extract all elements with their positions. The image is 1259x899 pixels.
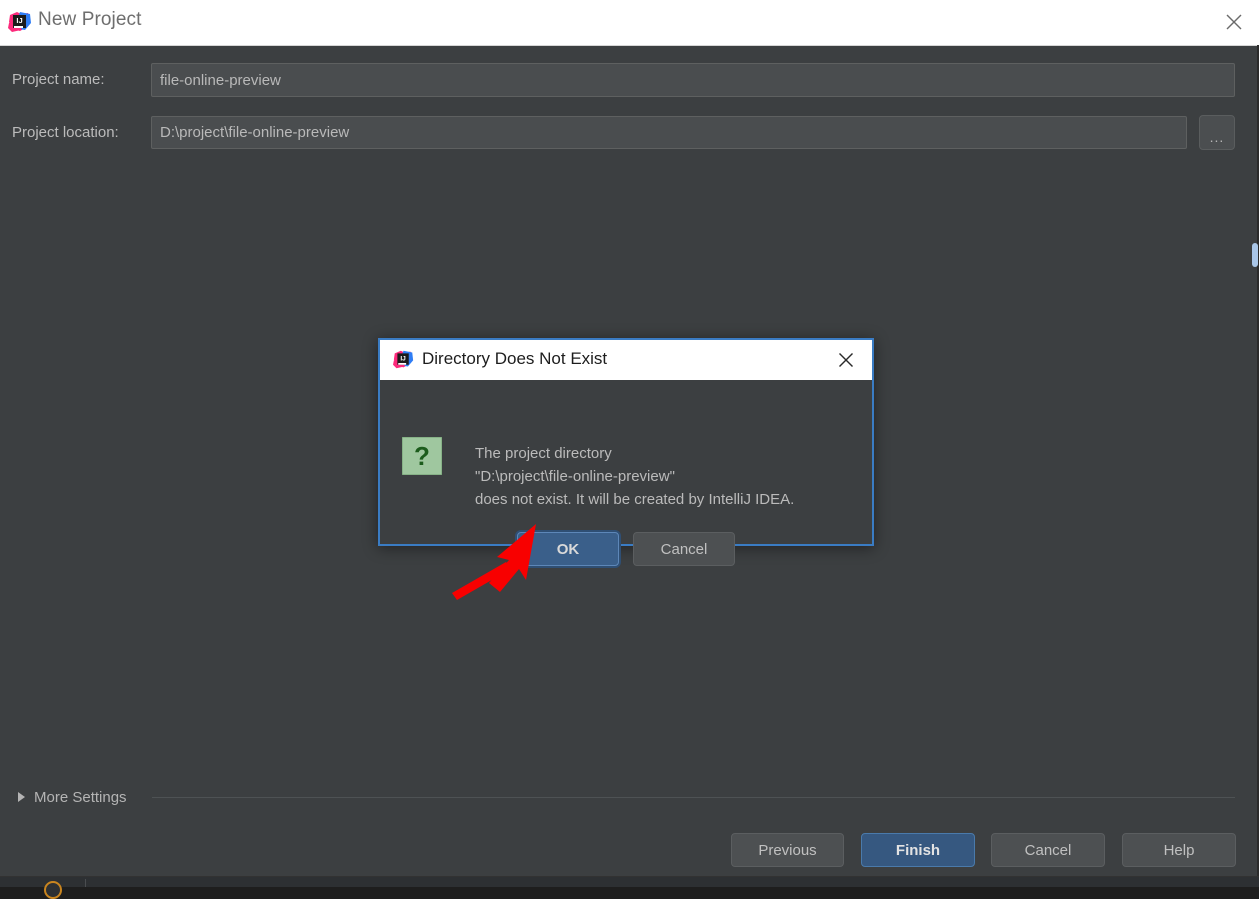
project-location-label: Project location:	[12, 124, 119, 141]
finish-button[interactable]: Finish	[861, 833, 975, 867]
more-settings-toggle[interactable]: More Settings	[18, 786, 127, 808]
dialog-cancel-button[interactable]: Cancel	[633, 532, 735, 566]
close-icon[interactable]	[1209, 0, 1259, 44]
cancel-button[interactable]: Cancel	[991, 833, 1105, 867]
taskbar-sliver	[0, 877, 1259, 899]
more-settings-label: More Settings	[34, 788, 127, 806]
chevron-right-icon	[18, 792, 25, 802]
dialog-title: Directory Does Not Exist	[422, 349, 608, 368]
project-location-input[interactable]	[151, 116, 1187, 149]
close-icon[interactable]	[824, 340, 868, 379]
svg-text:?: ?	[414, 441, 430, 471]
more-settings-separator	[152, 797, 1235, 798]
new-project-window: IJ New Project Project name: Project loc…	[0, 0, 1259, 899]
dialog-message-line-2: "D:\project\file-online-preview"	[475, 468, 675, 485]
previous-button[interactable]: Previous	[731, 833, 844, 867]
project-name-input[interactable]	[151, 63, 1235, 97]
svg-text:IJ: IJ	[400, 356, 406, 363]
dialog-ok-button[interactable]: OK	[517, 532, 619, 566]
question-mark-icon: ?	[401, 436, 443, 476]
taskbar-separator	[85, 879, 86, 887]
intellij-idea-icon: IJ	[393, 349, 414, 370]
dialog-message-line-3: does not exist. It will be created by In…	[475, 491, 795, 508]
svg-text:IJ: IJ	[16, 16, 22, 25]
window-title: New Project	[38, 9, 142, 30]
browse-location-button[interactable]: ...	[1199, 115, 1235, 150]
dialog-titlebar: IJ Directory Does Not Exist	[380, 340, 872, 381]
dialog-message-line-1: The project directory	[475, 445, 612, 462]
directory-does-not-exist-dialog: IJ Directory Does Not Exist ? The projec…	[378, 338, 874, 566]
intellij-idea-icon: IJ	[8, 10, 32, 34]
project-name-label: Project name:	[12, 71, 105, 88]
dialog-body: ? The project directory "D:\project\file…	[380, 380, 872, 566]
window-titlebar: IJ New Project	[0, 0, 1259, 46]
taskbar-icon[interactable]	[44, 881, 62, 899]
dialog-message: The project directory "D:\project\file-o…	[475, 442, 855, 511]
dialog-button-row: OK Cancel	[380, 532, 872, 566]
help-button[interactable]: Help	[1122, 833, 1236, 867]
ellipsis-icon: ...	[1209, 129, 1225, 145]
scrollbar-thumb[interactable]	[1252, 243, 1258, 267]
